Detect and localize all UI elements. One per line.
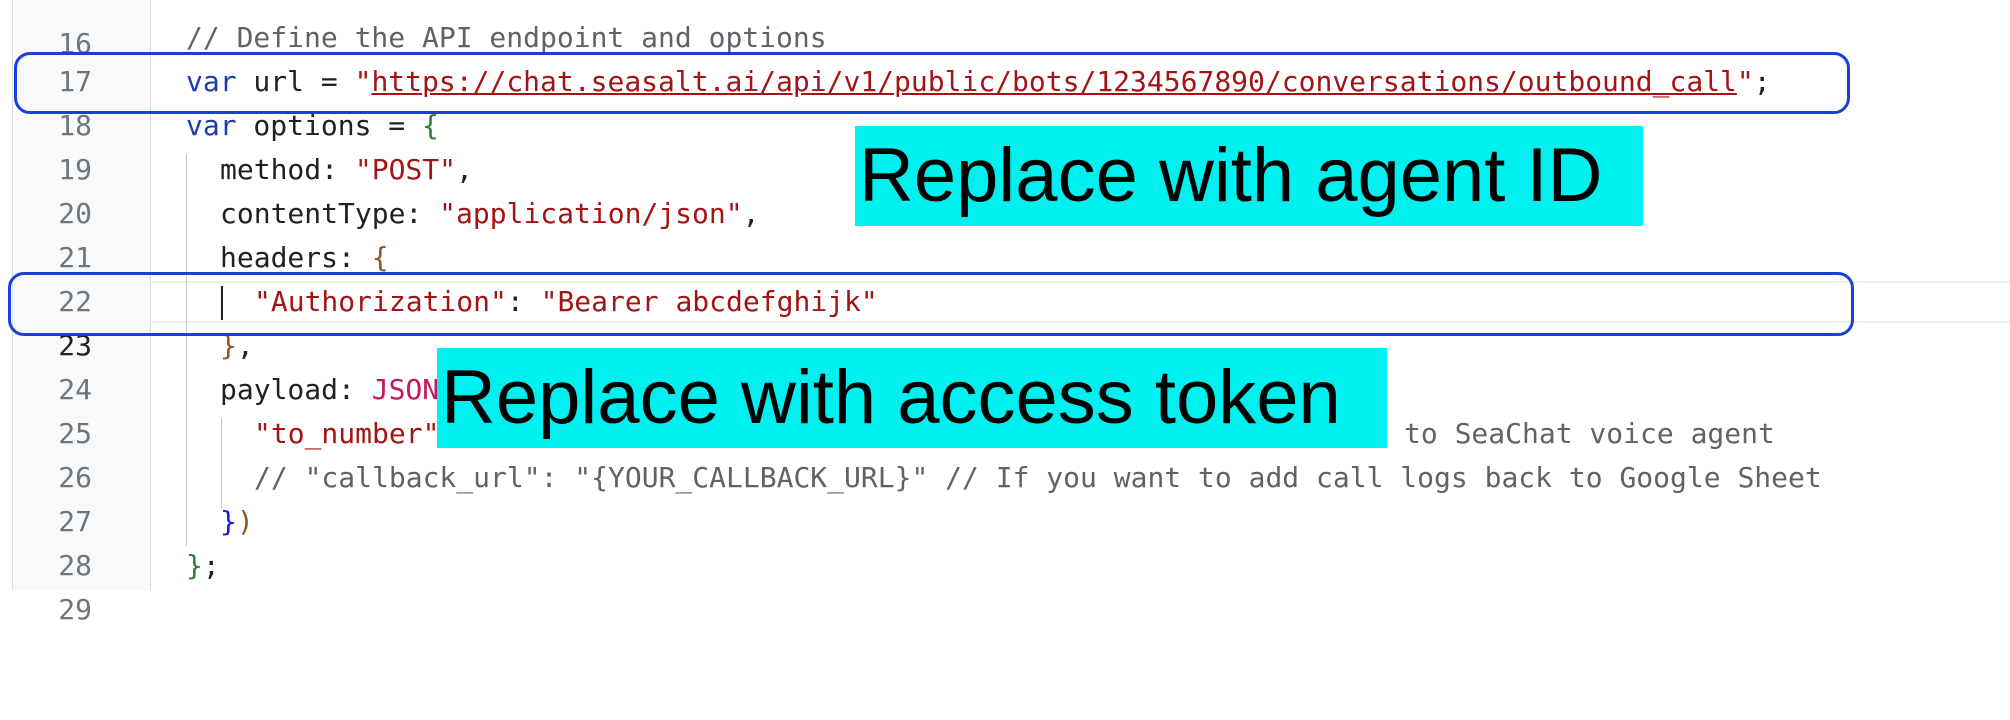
access-token-callout: Replace with access token (437, 348, 1387, 448)
code-line[interactable]: 27 // "callback_url": "{YOUR_CALLBACK_UR… (0, 456, 2010, 538)
code-string: "application/json" (439, 197, 743, 230)
code-line[interactable]: 29 }; (0, 544, 2010, 626)
code-brace: } (186, 549, 203, 582)
code-punctuation: , (456, 153, 473, 186)
code-brace: { (371, 241, 389, 274)
code-paren: ) (236, 505, 254, 538)
authorization-highlight-box (8, 272, 1854, 336)
code-comment: to SeaChat voice agent (1404, 417, 1775, 450)
agent-id-callout: Replace with agent ID (855, 126, 1643, 226)
code-line[interactable]: 28 }) (0, 500, 2010, 582)
code-function: JSON (371, 373, 440, 406)
url-highlight-box (14, 52, 1850, 114)
code-property: method: (220, 153, 355, 186)
code-string: "POST" (354, 153, 457, 186)
code-comment: // "callback_url": "{YOUR_CALLBACK_URL}"… (254, 461, 1822, 494)
code-property: payload: (220, 373, 372, 406)
code-punctuation: , (742, 197, 760, 230)
code-string: "to_number" (254, 417, 440, 450)
code-comment: // Define the API endpoint and options (186, 21, 827, 54)
line-number: 29 (58, 593, 92, 626)
code-punctuation: ; (202, 549, 220, 582)
code-property: contentType: (220, 197, 440, 230)
code-brace: } (220, 505, 237, 538)
code-property: headers: (220, 241, 372, 274)
